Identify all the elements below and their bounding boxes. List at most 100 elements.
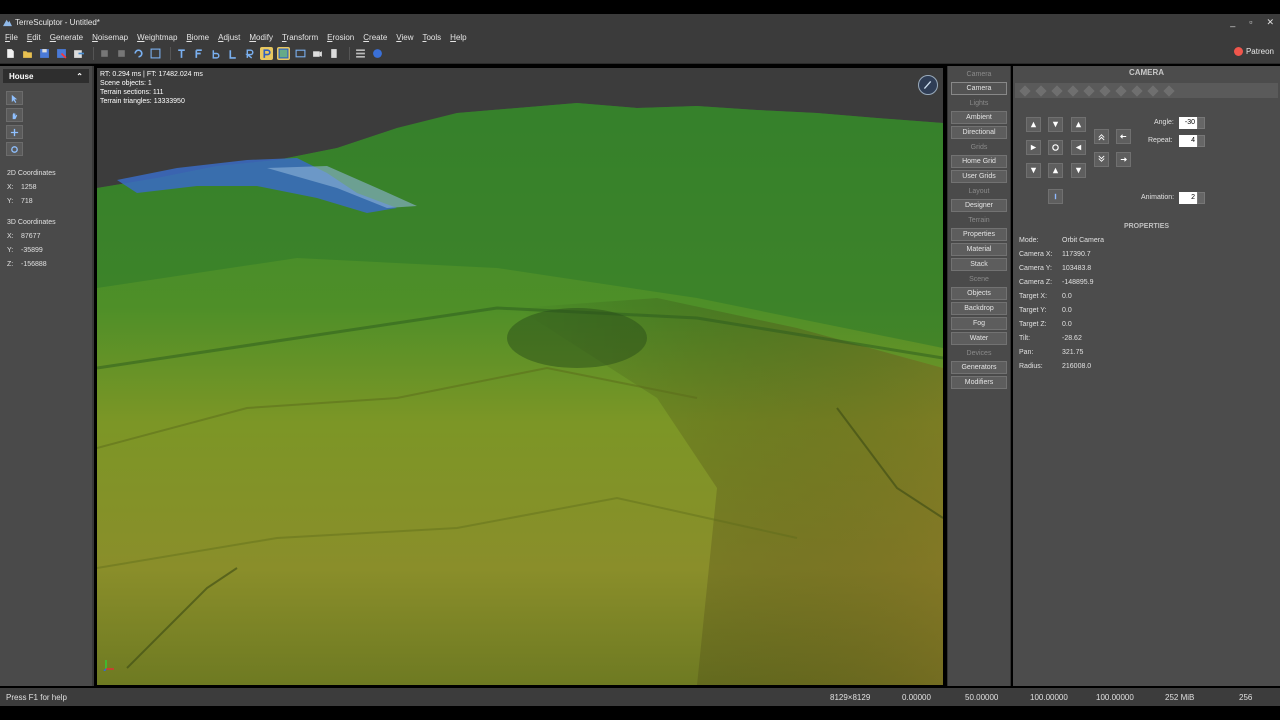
save-as-icon[interactable]	[55, 47, 68, 60]
properties-title: PROPERTIES	[1123, 223, 1170, 230]
info-icon[interactable]	[1048, 189, 1063, 204]
menu-edit[interactable]: Edit	[27, 33, 41, 42]
zoom-in-icon[interactable]	[1094, 129, 1109, 144]
grid-menu-icon[interactable]	[354, 47, 367, 60]
zoom-out-icon[interactable]	[1094, 152, 1109, 167]
menu-generate[interactable]: Generate	[50, 33, 83, 42]
animation-spinner[interactable]: 2	[1179, 192, 1205, 204]
preset-icon[interactable]	[1019, 84, 1031, 97]
orbit-down-right-icon[interactable]	[1071, 163, 1086, 178]
tilt-up-icon[interactable]	[1048, 163, 1063, 178]
collapse-icon[interactable]: ⌃	[76, 72, 83, 81]
angle-spinner[interactable]: -30	[1179, 117, 1205, 129]
camera-button[interactable]: Camera	[951, 82, 1007, 95]
menu-adjust[interactable]: Adjust	[218, 33, 240, 42]
patreon-button[interactable]: Patreon	[1233, 47, 1274, 56]
angle-value[interactable]: -30	[1179, 117, 1197, 129]
generators-button[interactable]: Generators	[951, 361, 1007, 374]
view-perspective-icon[interactable]	[260, 47, 273, 60]
menu-weightmap[interactable]: Weightmap	[137, 33, 177, 42]
select-tool-icon[interactable]	[6, 91, 23, 105]
menu-help[interactable]: Help	[450, 33, 466, 42]
pan-left-icon[interactable]	[1071, 140, 1086, 155]
undo-icon[interactable]	[132, 47, 145, 60]
properties-button[interactable]: Properties	[951, 228, 1007, 241]
rotate-tool-icon[interactable]	[6, 142, 23, 156]
menu-create[interactable]: Create	[363, 33, 387, 42]
camera-icon[interactable]	[311, 47, 324, 60]
save-icon[interactable]	[38, 47, 51, 60]
pan-right-icon[interactable]	[1026, 140, 1041, 155]
menu-modify[interactable]: Modify	[249, 33, 273, 42]
globe-icon[interactable]	[371, 47, 384, 60]
user-grids-button[interactable]: User Grids	[951, 170, 1007, 183]
cut-icon[interactable]	[98, 47, 111, 60]
objects-button[interactable]: Objects	[951, 287, 1007, 300]
move-tool-icon[interactable]	[6, 125, 23, 139]
reset-icon[interactable]	[1048, 140, 1063, 155]
backdrop-button[interactable]: Backdrop	[951, 302, 1007, 315]
preset-icon[interactable]	[1035, 84, 1047, 97]
preset-icon[interactable]	[1147, 84, 1159, 97]
restore-button[interactable]: ▫	[1249, 17, 1252, 27]
menu-view[interactable]: View	[396, 33, 413, 42]
orbit-up-right-icon[interactable]	[1071, 117, 1086, 132]
spin-arrows-icon[interactable]	[1197, 117, 1205, 129]
preset-icon[interactable]	[1115, 84, 1127, 97]
spin-arrows-icon[interactable]	[1197, 135, 1205, 147]
repeat-spinner[interactable]: 4	[1179, 135, 1205, 147]
menu-biome[interactable]: Biome	[186, 33, 209, 42]
preset-icon[interactable]	[1131, 84, 1143, 97]
coords-3d-label: 3D Coordinates	[7, 219, 56, 226]
menu-file[interactable]: File	[5, 33, 18, 42]
view-left-icon[interactable]	[226, 47, 239, 60]
arrow-left-icon[interactable]	[1116, 129, 1131, 144]
stack-button[interactable]: Stack	[951, 258, 1007, 271]
animation-value[interactable]: 2	[1179, 192, 1197, 204]
layout-icon[interactable]	[328, 47, 341, 60]
repeat-value[interactable]: 4	[1179, 135, 1197, 147]
ambient-button[interactable]: Ambient	[951, 111, 1007, 124]
fog-button[interactable]: Fog	[951, 317, 1007, 330]
left-panel-header[interactable]: House ⌃	[3, 69, 89, 83]
preset-icon[interactable]	[1163, 84, 1175, 97]
orbit-down-left-icon[interactable]	[1026, 163, 1041, 178]
designer-button[interactable]: Designer	[951, 199, 1007, 212]
water-button[interactable]: Water	[951, 332, 1007, 345]
directional-button[interactable]: Directional	[951, 126, 1007, 139]
camera-preset-strip	[1015, 83, 1278, 98]
preset-icon[interactable]	[1051, 84, 1063, 97]
view-right-icon[interactable]	[243, 47, 256, 60]
spin-arrows-icon[interactable]	[1197, 192, 1205, 204]
new-file-icon[interactable]	[4, 47, 17, 60]
menu-transform[interactable]: Transform	[282, 33, 318, 42]
view-front-icon[interactable]	[192, 47, 205, 60]
render-mode-icon[interactable]	[277, 47, 290, 60]
preset-icon[interactable]	[1067, 84, 1079, 97]
material-button[interactable]: Material	[951, 243, 1007, 256]
preset-icon[interactable]	[1099, 84, 1111, 97]
home-grid-button[interactable]: Home Grid	[951, 155, 1007, 168]
wireframe-icon[interactable]	[294, 47, 307, 60]
view-top-icon[interactable]	[175, 47, 188, 60]
pan-tool-icon[interactable]	[6, 108, 23, 122]
arrow-right-icon[interactable]	[1116, 152, 1131, 167]
open-folder-icon[interactable]	[21, 47, 34, 60]
coord-3d-x: X: 87677	[7, 233, 41, 240]
app-icon	[3, 19, 12, 26]
close-button[interactable]: ✕	[1266, 17, 1274, 28]
orbit-up-left-icon[interactable]	[1026, 117, 1041, 132]
export-icon[interactable]	[72, 47, 85, 60]
view-back-icon[interactable]	[209, 47, 222, 60]
fit-view-icon[interactable]	[149, 47, 162, 60]
modifiers-button[interactable]: Modifiers	[951, 376, 1007, 389]
tilt-down-icon[interactable]	[1048, 117, 1063, 132]
compass-icon[interactable]	[918, 75, 938, 95]
menu-tools[interactable]: Tools	[422, 33, 441, 42]
menu-erosion[interactable]: Erosion	[327, 33, 354, 42]
preset-icon[interactable]	[1083, 84, 1095, 97]
menu-noisemap[interactable]: Noisemap	[92, 33, 128, 42]
terrain-viewport[interactable]: RT: 0.294 ms | FT: 17482.024 ms Scene ob…	[97, 68, 943, 685]
minimize-button[interactable]: _	[1230, 17, 1235, 27]
copy-icon[interactable]	[115, 47, 128, 60]
